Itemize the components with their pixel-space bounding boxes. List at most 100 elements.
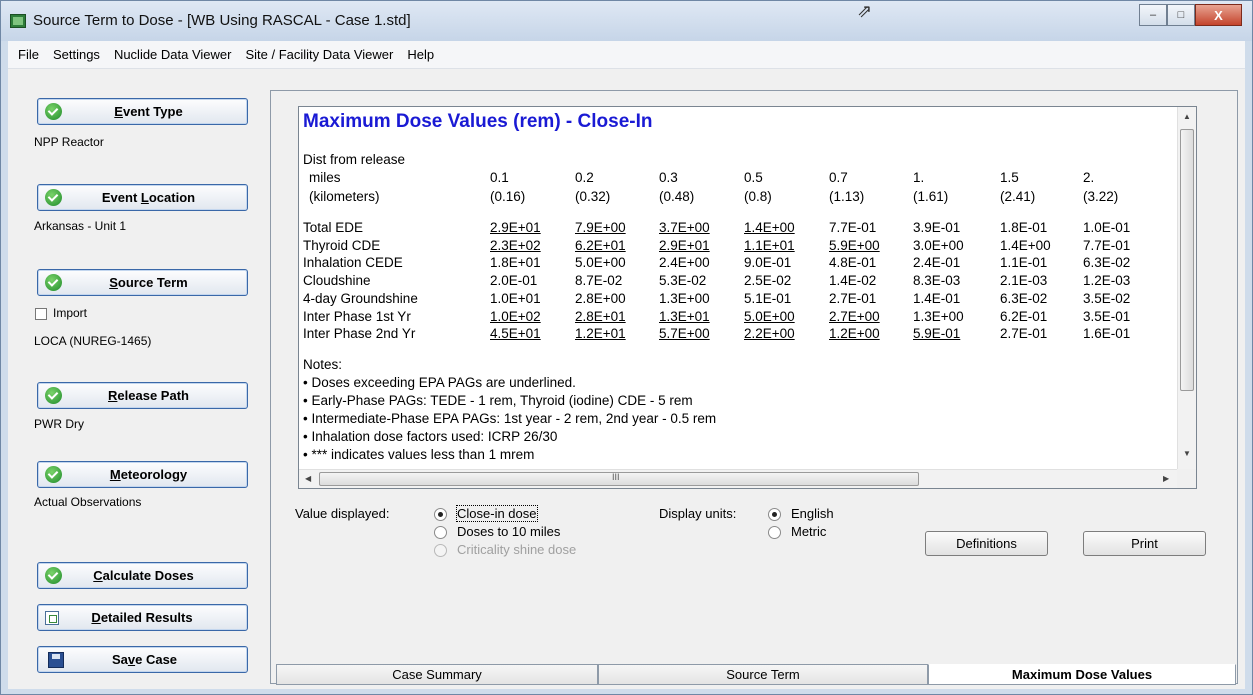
meteorology-label: Meteorology	[109, 467, 188, 482]
dose-value-cell: 1.4E+00	[744, 220, 795, 235]
distance-km-cell: (0.32)	[575, 189, 611, 204]
dose-value-cell: 1.8E+01	[490, 255, 541, 271]
dose-row-label: Inter Phase 1st Yr	[303, 308, 411, 324]
scroll-down-icon[interactable]: ▼	[1183, 449, 1191, 458]
window-title: Source Term to Dose - [WB Using RASCAL -…	[33, 12, 411, 29]
client-area: File Settings Nuclide Data Viewer Site /…	[8, 41, 1245, 689]
definitions-button[interactable]: Definitions	[925, 531, 1048, 556]
event-location-label: Event Location	[101, 190, 196, 205]
event-type-button[interactable]: Event Type	[37, 98, 248, 125]
menu-site-facility-data-viewer[interactable]: Site / Facility Data Viewer	[238, 47, 400, 62]
dose-value-cell: 5.7E+00	[659, 326, 710, 342]
meteorology-button[interactable]: Meteorology	[37, 461, 248, 488]
release-path-button[interactable]: Release Path	[37, 382, 248, 409]
source-term-button[interactable]: Source Term	[37, 269, 248, 296]
dose-row: Inter Phase 2nd Yr 4.5E+01 1.2E+01 5.7E+00 2…	[303, 326, 1163, 343]
dose-value-cell: 1.2E+00	[829, 326, 880, 342]
results-title: Maximum Dose Values (rem) - Close-In	[303, 111, 653, 132]
close-in-dose-label[interactable]: Close-in dose	[456, 505, 538, 522]
distance-km-cell: (0.16)	[490, 189, 526, 204]
english-units-radio[interactable]	[768, 508, 781, 521]
dose-value-cell: 2.4E+00	[659, 255, 710, 271]
dose-value-cell: 9.0E-01	[744, 255, 792, 271]
import-checkbox[interactable]	[35, 308, 47, 320]
dose-value-cell: 6.2E-01	[1000, 308, 1048, 324]
maximize-button[interactable]: □	[1167, 4, 1195, 26]
dose-value-cell: 5.1E-01	[744, 290, 792, 306]
check-icon	[45, 466, 62, 483]
vertical-scrollbar[interactable]: ▲ ▼	[1177, 107, 1196, 470]
close-button[interactable]: X	[1195, 4, 1242, 26]
scroll-up-icon[interactable]: ▲	[1183, 112, 1191, 121]
tab-case-summary[interactable]: Case Summary	[276, 664, 598, 685]
distance-miles-cell: 0.5	[744, 170, 763, 185]
distance-km-cell: (0.48)	[659, 189, 695, 204]
dose-value-cell: 6.3E-02	[1000, 290, 1048, 306]
dose-value-cell: 1.4E-01	[913, 290, 961, 306]
minimize-button[interactable]: –	[1139, 4, 1167, 26]
distance-miles-cell: 1.	[913, 170, 925, 185]
doses-to-10-miles-radio[interactable]	[434, 526, 447, 539]
menu-file[interactable]: File	[11, 47, 46, 62]
horizontal-scroll-thumb[interactable]: III	[319, 472, 919, 486]
dose-value-cell: 5.9E+00	[829, 237, 880, 253]
km-row: (kilometers) (0.16) (0.32) (0.48) (0.8) (1.13…	[303, 189, 1163, 206]
dose-value-cell: 5.3E-02	[659, 273, 707, 289]
release-path-label: Release Path	[108, 388, 189, 403]
close-in-dose-radio[interactable]	[434, 508, 447, 521]
metric-units-radio[interactable]	[768, 526, 781, 539]
dose-value-cell: 2.4E-01	[913, 255, 961, 271]
menu-nuclide-data-viewer[interactable]: Nuclide Data Viewer	[107, 47, 239, 62]
save-case-button[interactable]: Save Case	[37, 646, 248, 673]
horizontal-scrollbar[interactable]: ◀ III ▶	[299, 469, 1178, 488]
results-panel: Maximum Dose Values (rem) - Close-In Dis…	[270, 90, 1238, 685]
display-units-label: Display units:	[659, 506, 737, 521]
dose-value-cell: 5.0E+00	[575, 255, 626, 271]
dose-value-cell: 3.5E-02	[1083, 290, 1131, 306]
menu-settings[interactable]: Settings	[46, 47, 107, 62]
check-icon	[45, 567, 62, 584]
metric-units-label[interactable]: Metric	[791, 524, 826, 539]
event-type-value: NPP Reactor	[34, 135, 104, 149]
print-button[interactable]: Print	[1083, 531, 1206, 556]
scroll-grip: III	[612, 472, 620, 482]
dose-value-cell: 8.7E-02	[575, 273, 623, 289]
scroll-left-icon[interactable]: ◀	[305, 474, 311, 483]
scroll-corner	[1177, 469, 1196, 488]
criticality-shine-dose-radio	[434, 544, 447, 557]
results-textbox[interactable]: Maximum Dose Values (rem) - Close-In Dis…	[298, 106, 1197, 489]
miles-row: miles 0.1 0.2 0.3 0.5 0.7 1. 1.5 2.	[303, 170, 1163, 187]
event-location-value: Arkansas - Unit 1	[34, 219, 127, 233]
detailed-results-button[interactable]: Detailed Results	[37, 604, 248, 631]
dose-row-label: Thyroid CDE	[303, 237, 381, 253]
note-item: • Inhalation dose factors used: ICRP 26/…	[303, 429, 558, 444]
dose-value-cell: 2.0E-01	[490, 273, 538, 289]
scroll-right-icon[interactable]: ▶	[1163, 474, 1169, 483]
app-icon	[10, 14, 26, 28]
menu-help[interactable]: Help	[400, 47, 441, 62]
source-term-label: Source Term	[109, 275, 188, 290]
meteorology-value: Actual Observations	[34, 495, 142, 509]
event-location-button[interactable]: Event Location	[37, 184, 248, 211]
distance-miles-cell: 2.	[1083, 170, 1095, 185]
tab-source-term[interactable]: Source Term	[598, 664, 928, 685]
document-icon	[45, 610, 59, 625]
dose-value-cell: 1.8E-01	[1000, 220, 1048, 235]
note-item: • Doses exceeding EPA PAGs are underline…	[303, 375, 576, 390]
tab-maximum-dose-values[interactable]: Maximum Dose Values	[928, 664, 1236, 685]
doses-to-10-miles-label[interactable]: Doses to 10 miles	[457, 524, 560, 539]
dose-value-cell: 2.5E-02	[744, 273, 792, 289]
dose-value-cell: 1.0E+01	[490, 290, 541, 306]
distance-miles-cell: 0.3	[659, 170, 678, 185]
vertical-scroll-thumb[interactable]	[1180, 129, 1194, 391]
results-content: Maximum Dose Values (rem) - Close-In Dis…	[299, 107, 1178, 470]
criticality-shine-dose-label: Criticality shine dose	[457, 542, 577, 557]
release-path-value: PWR Dry	[34, 417, 84, 431]
distance-km-cell: (1.13)	[829, 189, 865, 204]
check-icon	[45, 387, 62, 404]
dose-value-cell: 5.0E+00	[744, 308, 795, 324]
english-units-label[interactable]: English	[791, 506, 834, 521]
floppy-disk-icon	[48, 651, 64, 668]
dose-value-cell: 1.6E-01	[1083, 326, 1131, 342]
calculate-doses-button[interactable]: Calculate Doses	[37, 562, 248, 589]
